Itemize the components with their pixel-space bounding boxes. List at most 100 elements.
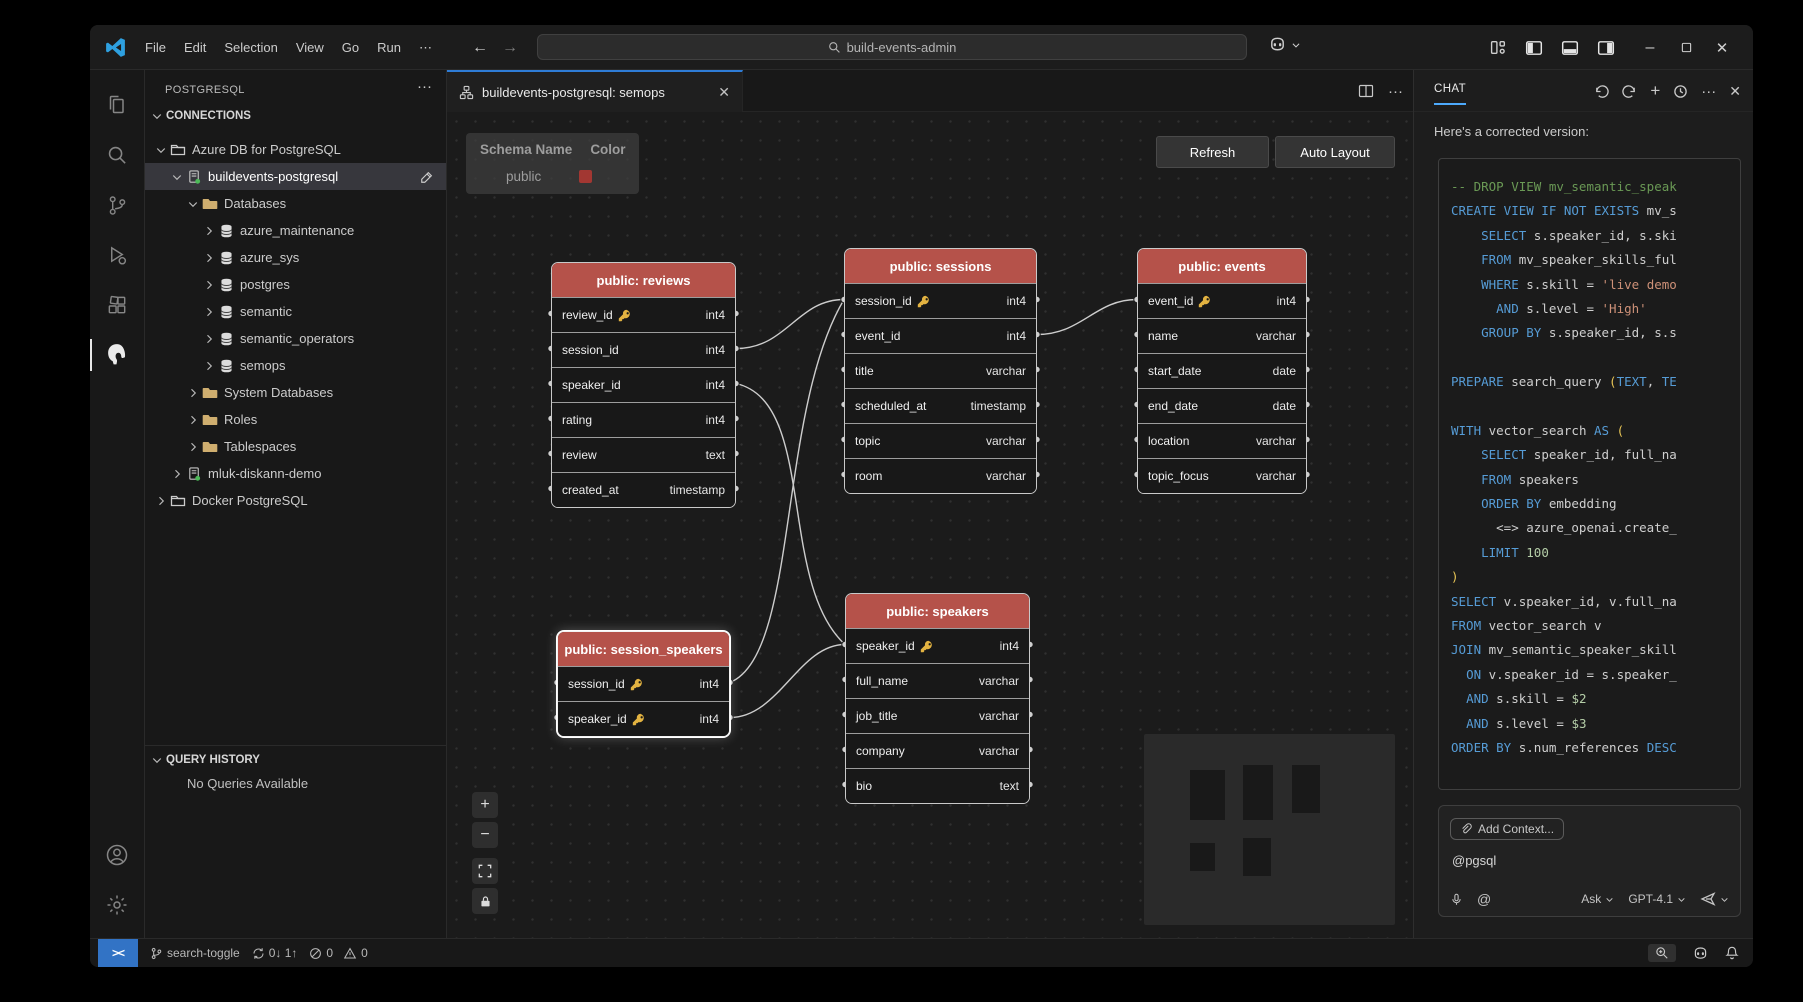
lock-button[interactable] <box>472 888 498 914</box>
refresh-button[interactable]: Refresh <box>1156 136 1269 168</box>
new-chat-icon[interactable]: + <box>1650 81 1660 101</box>
redo-icon[interactable] <box>1622 84 1637 99</box>
tree-item-azure-sys[interactable]: azure_sys <box>145 244 446 271</box>
tree-item-databases[interactable]: Databases <box>145 190 446 217</box>
menu-view[interactable]: View <box>287 36 333 59</box>
table-column-row[interactable]: session_idint4 <box>552 332 735 367</box>
chat-mode-dropdown[interactable]: Ask <box>1581 892 1614 906</box>
activity-extensions-icon[interactable] <box>90 280 145 330</box>
chat-history-icon[interactable] <box>1673 84 1688 99</box>
table-column-row[interactable]: topicvarchar <box>845 423 1036 458</box>
chat-more-icon[interactable]: ··· <box>1701 83 1716 100</box>
menu-go[interactable]: Go <box>333 36 368 59</box>
table-column-row[interactable]: biotext <box>846 768 1029 803</box>
tab-schema-diagram[interactable]: buildevents-postgresql: semops ✕ <box>447 70 743 112</box>
table-node-public-reviews[interactable]: public: reviewsreview_idint4session_idin… <box>551 262 736 508</box>
schema-diagram-canvas[interactable]: Schema Name Color public Refresh Auto La… <box>447 112 1413 938</box>
table-header[interactable]: public: session_speakers <box>558 632 729 666</box>
table-node-public-speakers[interactable]: public: speakersspeaker_idint4full_namev… <box>845 593 1030 804</box>
tree-item-buildevents-postgresql[interactable]: buildevents-postgresql <box>145 163 446 190</box>
tree-item-docker-postgresql[interactable]: Docker PostgreSQL <box>145 487 446 514</box>
edit-connection-icon[interactable] <box>420 170 434 184</box>
tree-item-semantic[interactable]: semantic <box>145 298 446 325</box>
tree-item-system-databases[interactable]: System Databases <box>145 379 446 406</box>
mention-icon[interactable]: @ <box>1477 891 1491 907</box>
activity-account-icon[interactable] <box>90 830 145 880</box>
branch-item[interactable]: search-toggle <box>150 946 240 960</box>
menu-run[interactable]: Run <box>368 36 410 59</box>
diagram-minimap[interactable] <box>1144 734 1395 925</box>
menu-selection[interactable]: Selection <box>215 36 286 59</box>
tree-item-azure-maintenance[interactable]: azure_maintenance <box>145 217 446 244</box>
table-column-row[interactable]: event_idint4 <box>845 318 1036 353</box>
tree-item-tablespaces[interactable]: Tablespaces <box>145 433 446 460</box>
add-context-button[interactable]: Add Context... <box>1450 818 1564 840</box>
table-column-row[interactable]: roomvarchar <box>845 458 1036 493</box>
activity-settings-icon[interactable] <box>90 880 145 930</box>
query-history-header[interactable]: QUERY HISTORY <box>145 746 446 766</box>
table-column-row[interactable]: namevarchar <box>1138 318 1306 353</box>
table-column-row[interactable]: created_attimestamp <box>552 472 735 507</box>
editor-more-actions-icon[interactable]: ··· <box>1388 83 1403 100</box>
table-header[interactable]: public: events <box>1138 249 1306 283</box>
table-column-row[interactable]: speaker_idint4 <box>846 628 1029 663</box>
table-column-row[interactable]: full_namevarchar <box>846 663 1029 698</box>
tree-item-semops[interactable]: semops <box>145 352 446 379</box>
tab-chat[interactable]: CHAT <box>1434 83 1466 105</box>
copilot-menu[interactable] <box>1268 35 1301 54</box>
menu-file[interactable]: File <box>136 36 175 59</box>
tree-item-azure-db-for-postgresql[interactable]: Azure DB for PostgreSQL <box>145 136 446 163</box>
table-header[interactable]: public: sessions <box>845 249 1036 283</box>
sidebar-more-actions[interactable]: ··· <box>417 78 432 95</box>
model-dropdown[interactable]: GPT-4.1 <box>1628 892 1686 906</box>
table-column-row[interactable]: review_idint4 <box>552 297 735 332</box>
table-header[interactable]: public: speakers <box>846 594 1029 628</box>
table-column-row[interactable]: start_datedate <box>1138 353 1306 388</box>
table-column-row[interactable]: topic_focusvarchar <box>1138 458 1306 493</box>
close-window-button[interactable]: ✕ <box>1709 35 1735 61</box>
zoom-in-button[interactable]: + <box>472 792 498 818</box>
connections-section-header[interactable]: CONNECTIONS <box>151 110 251 122</box>
activity-source-control-icon[interactable] <box>90 180 145 230</box>
table-column-row[interactable]: job_titlevarchar <box>846 698 1029 733</box>
zoom-out-button[interactable]: − <box>472 822 498 848</box>
tab-close-icon[interactable]: ✕ <box>718 84 730 101</box>
table-column-row[interactable]: session_idint4 <box>558 666 729 701</box>
command-center-search[interactable]: build-events-admin <box>537 34 1247 60</box>
table-column-row[interactable]: locationvarchar <box>1138 423 1306 458</box>
table-node-public-sessions[interactable]: public: sessionssession_idint4event_idin… <box>844 248 1037 494</box>
minimize-button[interactable]: – <box>1637 35 1663 61</box>
notifications-bell-icon[interactable] <box>1725 946 1739 960</box>
tree-item-postgres[interactable]: postgres <box>145 271 446 298</box>
split-editor-icon[interactable] <box>1358 83 1374 99</box>
chat-input-value[interactable]: @pgsql <box>1452 853 1496 868</box>
table-column-row[interactable]: scheduled_attimestamp <box>845 388 1036 423</box>
sync-item[interactable]: 0↓ 1↑ <box>252 946 298 960</box>
activity-search-icon[interactable] <box>90 130 145 180</box>
copilot-status-icon[interactable] <box>1692 945 1709 962</box>
table-column-row[interactable]: titlevarchar <box>845 353 1036 388</box>
toggle-sidebar-right-icon[interactable] <box>1593 35 1619 61</box>
zoom-status-icon[interactable] <box>1648 944 1676 962</box>
maximize-button[interactable] <box>1673 35 1699 61</box>
table-header[interactable]: public: reviews <box>552 263 735 297</box>
back-button[interactable]: ← <box>472 39 488 57</box>
table-node-public-session-speakers[interactable]: public: session_speakerssession_idint4sp… <box>557 631 730 737</box>
fit-view-button[interactable] <box>472 858 498 884</box>
activity-files-icon[interactable] <box>90 80 145 130</box>
auto-layout-button[interactable]: Auto Layout <box>1275 136 1395 168</box>
menu-more[interactable]: ⋯ <box>410 36 441 60</box>
send-button[interactable] <box>1700 891 1729 907</box>
activity-run-debug-icon[interactable] <box>90 230 145 280</box>
table-column-row[interactable]: speaker_idint4 <box>552 367 735 402</box>
table-column-row[interactable]: session_idint4 <box>845 283 1036 318</box>
activity-postgresql-icon[interactable] <box>90 330 145 380</box>
table-column-row[interactable]: companyvarchar <box>846 733 1029 768</box>
problems-item[interactable]: 0 0 <box>309 946 367 960</box>
chat-input-box[interactable]: Add Context... @pgsql @ Ask GPT-4.1 <box>1438 805 1741 917</box>
table-column-row[interactable]: end_datedate <box>1138 388 1306 423</box>
table-column-row[interactable]: reviewtext <box>552 437 735 472</box>
chat-close-icon[interactable]: ✕ <box>1729 83 1741 100</box>
toggle-panel-icon[interactable] <box>1557 35 1583 61</box>
tree-item-roles[interactable]: Roles <box>145 406 446 433</box>
